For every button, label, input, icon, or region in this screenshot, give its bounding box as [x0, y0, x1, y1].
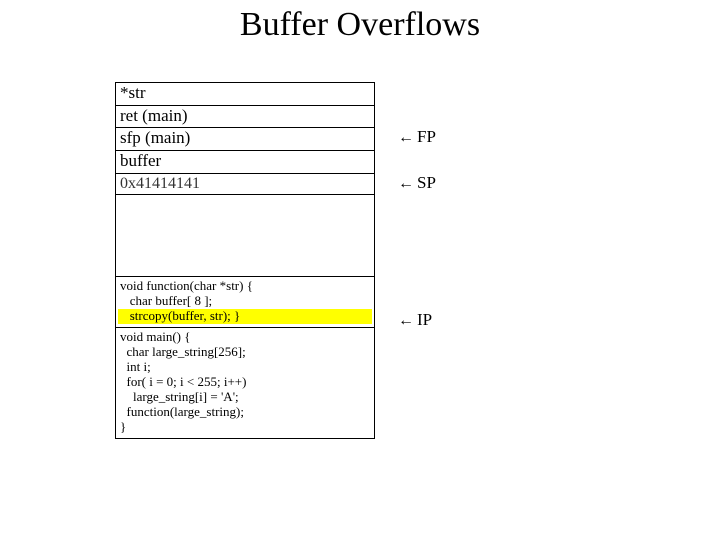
arrow-left-icon: ←	[398, 129, 414, 147]
code-line: for( i = 0; i < 255; i++)	[118, 375, 372, 390]
code-line: char large_string[256];	[118, 345, 372, 360]
code-line: int i;	[118, 360, 372, 375]
pointer-ip: ←IP	[398, 310, 432, 330]
stack-gap	[116, 195, 374, 277]
stack-diagram: *str ret (main) sfp (main) buffer 0x4141…	[115, 82, 375, 439]
pointer-fp: ←FP	[398, 127, 436, 147]
code-line: function(large_string);	[118, 405, 372, 420]
code-line: char buffer[ 8 ];	[118, 294, 372, 309]
arrow-left-icon: ←	[398, 175, 414, 193]
stack-row-address: 0x41414141	[116, 174, 374, 196]
code-line: large_string[i] = 'A';	[118, 390, 372, 405]
pointer-label: FP	[417, 127, 436, 146]
code-line: void main() {	[118, 330, 372, 345]
pointer-label: IP	[417, 310, 432, 329]
code-line: }	[118, 420, 372, 435]
code-line: void function(char *str) {	[118, 279, 372, 294]
stack-row: *str	[116, 83, 374, 106]
pointer-label: SP	[417, 173, 436, 192]
code-line-highlighted: strcopy(buffer, str); }	[118, 309, 372, 324]
code-block-function: void function(char *str) { char buffer[ …	[116, 277, 374, 328]
code-block-main: void main() { char large_string[256]; in…	[116, 328, 374, 438]
stack-row: buffer	[116, 151, 374, 174]
pointer-sp: ←SP	[398, 173, 436, 193]
slide-title: Buffer Overflows	[0, 6, 720, 44]
stack-row: ret (main)	[116, 106, 374, 129]
arrow-left-icon: ←	[398, 312, 414, 330]
stack-row: sfp (main)	[116, 128, 374, 151]
